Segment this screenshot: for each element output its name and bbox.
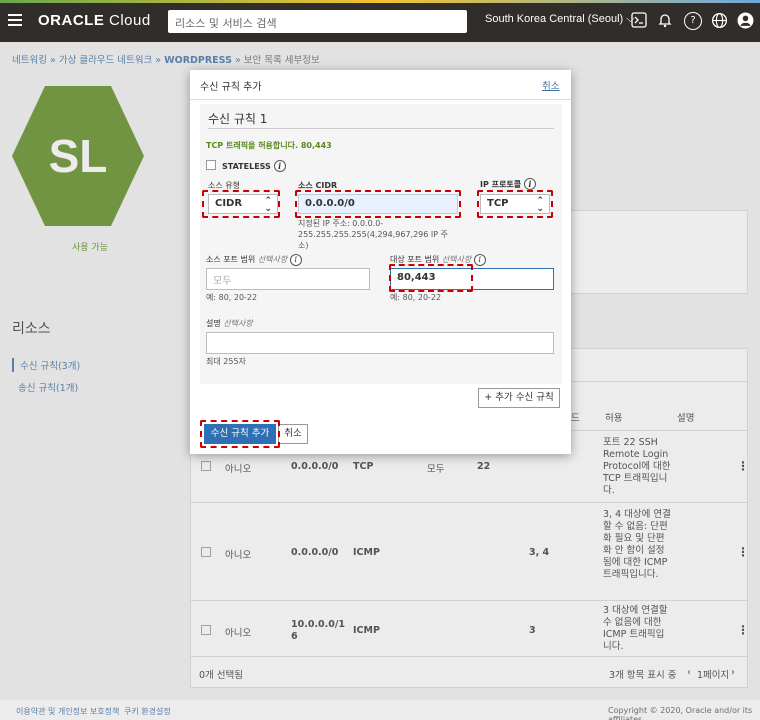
help-icon[interactable]: ? [684, 12, 702, 30]
info-icon[interactable]: i [273, 160, 286, 172]
cidr-hint: 지정된 IP 주소: 0.0.0.0-255.255.255.255(4,294… [298, 219, 448, 250]
oracle-cloud-logo[interactable]: ORACLE Cloud [38, 12, 151, 29]
ip-protocol-label: IP 프로토콜 i [480, 178, 536, 190]
info-icon[interactable]: i [289, 254, 302, 266]
menu-icon[interactable] [8, 14, 22, 26]
highlight-submit-button [200, 420, 280, 448]
region-label: South Korea Central (Seoul) [485, 13, 624, 25]
source-port-input[interactable]: 모두 [206, 268, 370, 290]
brand-stripe [0, 0, 760, 3]
dest-port-hint: 예: 80, 20-22 [390, 293, 442, 302]
description-input[interactable] [206, 332, 554, 354]
dialog-header: 수신 규칙 추가 취소 [190, 70, 571, 100]
info-icon[interactable]: i [473, 254, 486, 266]
tcp-note: TCP 트래픽을 허용합니다. 80,443 [206, 141, 332, 150]
add-another-rule-button[interactable]: + 추가 수신 규칙 [478, 388, 560, 408]
divider [208, 128, 554, 129]
dialog-cancel-link[interactable]: 취소 [542, 78, 559, 92]
rule-title: 수신 규칙 1 [208, 112, 268, 126]
top-bar: ORACLE Cloud 리소스 및 서비스 검색 South Korea Ce… [0, 0, 760, 42]
user-icon[interactable] [736, 12, 754, 30]
source-port-label: 소스 포트 범위 선택사항 i [206, 254, 302, 266]
stateless-label: STATELESS i [222, 160, 286, 172]
cancel-button[interactable]: 취소 [278, 424, 308, 444]
dialog-title: 수신 규칙 추가 [200, 82, 262, 93]
source-port-hint: 예: 80, 20-22 [206, 293, 258, 302]
highlight-source-cidr [295, 190, 461, 218]
ingress-rule-panel: 수신 규칙 1 TCP 트래픽을 허용합니다. 80,443 STATELESS… [200, 104, 562, 384]
bell-icon[interactable] [656, 12, 674, 30]
search-input[interactable]: 리소스 및 서비스 검색 [168, 10, 467, 33]
globe-icon[interactable] [710, 12, 728, 30]
region-selector[interactable]: South Korea Central (Seoul) ⌵ [485, 13, 635, 26]
description-label: 설명 선택사항 [206, 319, 253, 328]
add-ingress-rules-dialog: 수신 규칙 추가 취소 수신 규칙 1 TCP 트래픽을 허용합니다. 80,4… [190, 70, 571, 454]
description-hint: 최대 255자 [206, 357, 246, 366]
highlight-dest-port [389, 264, 473, 292]
info-icon[interactable]: i [523, 178, 536, 190]
stateless-checkbox[interactable] [206, 160, 216, 170]
highlight-source-type [202, 190, 280, 218]
cloud-shell-icon[interactable] [630, 12, 648, 30]
highlight-ip-protocol [477, 190, 553, 218]
